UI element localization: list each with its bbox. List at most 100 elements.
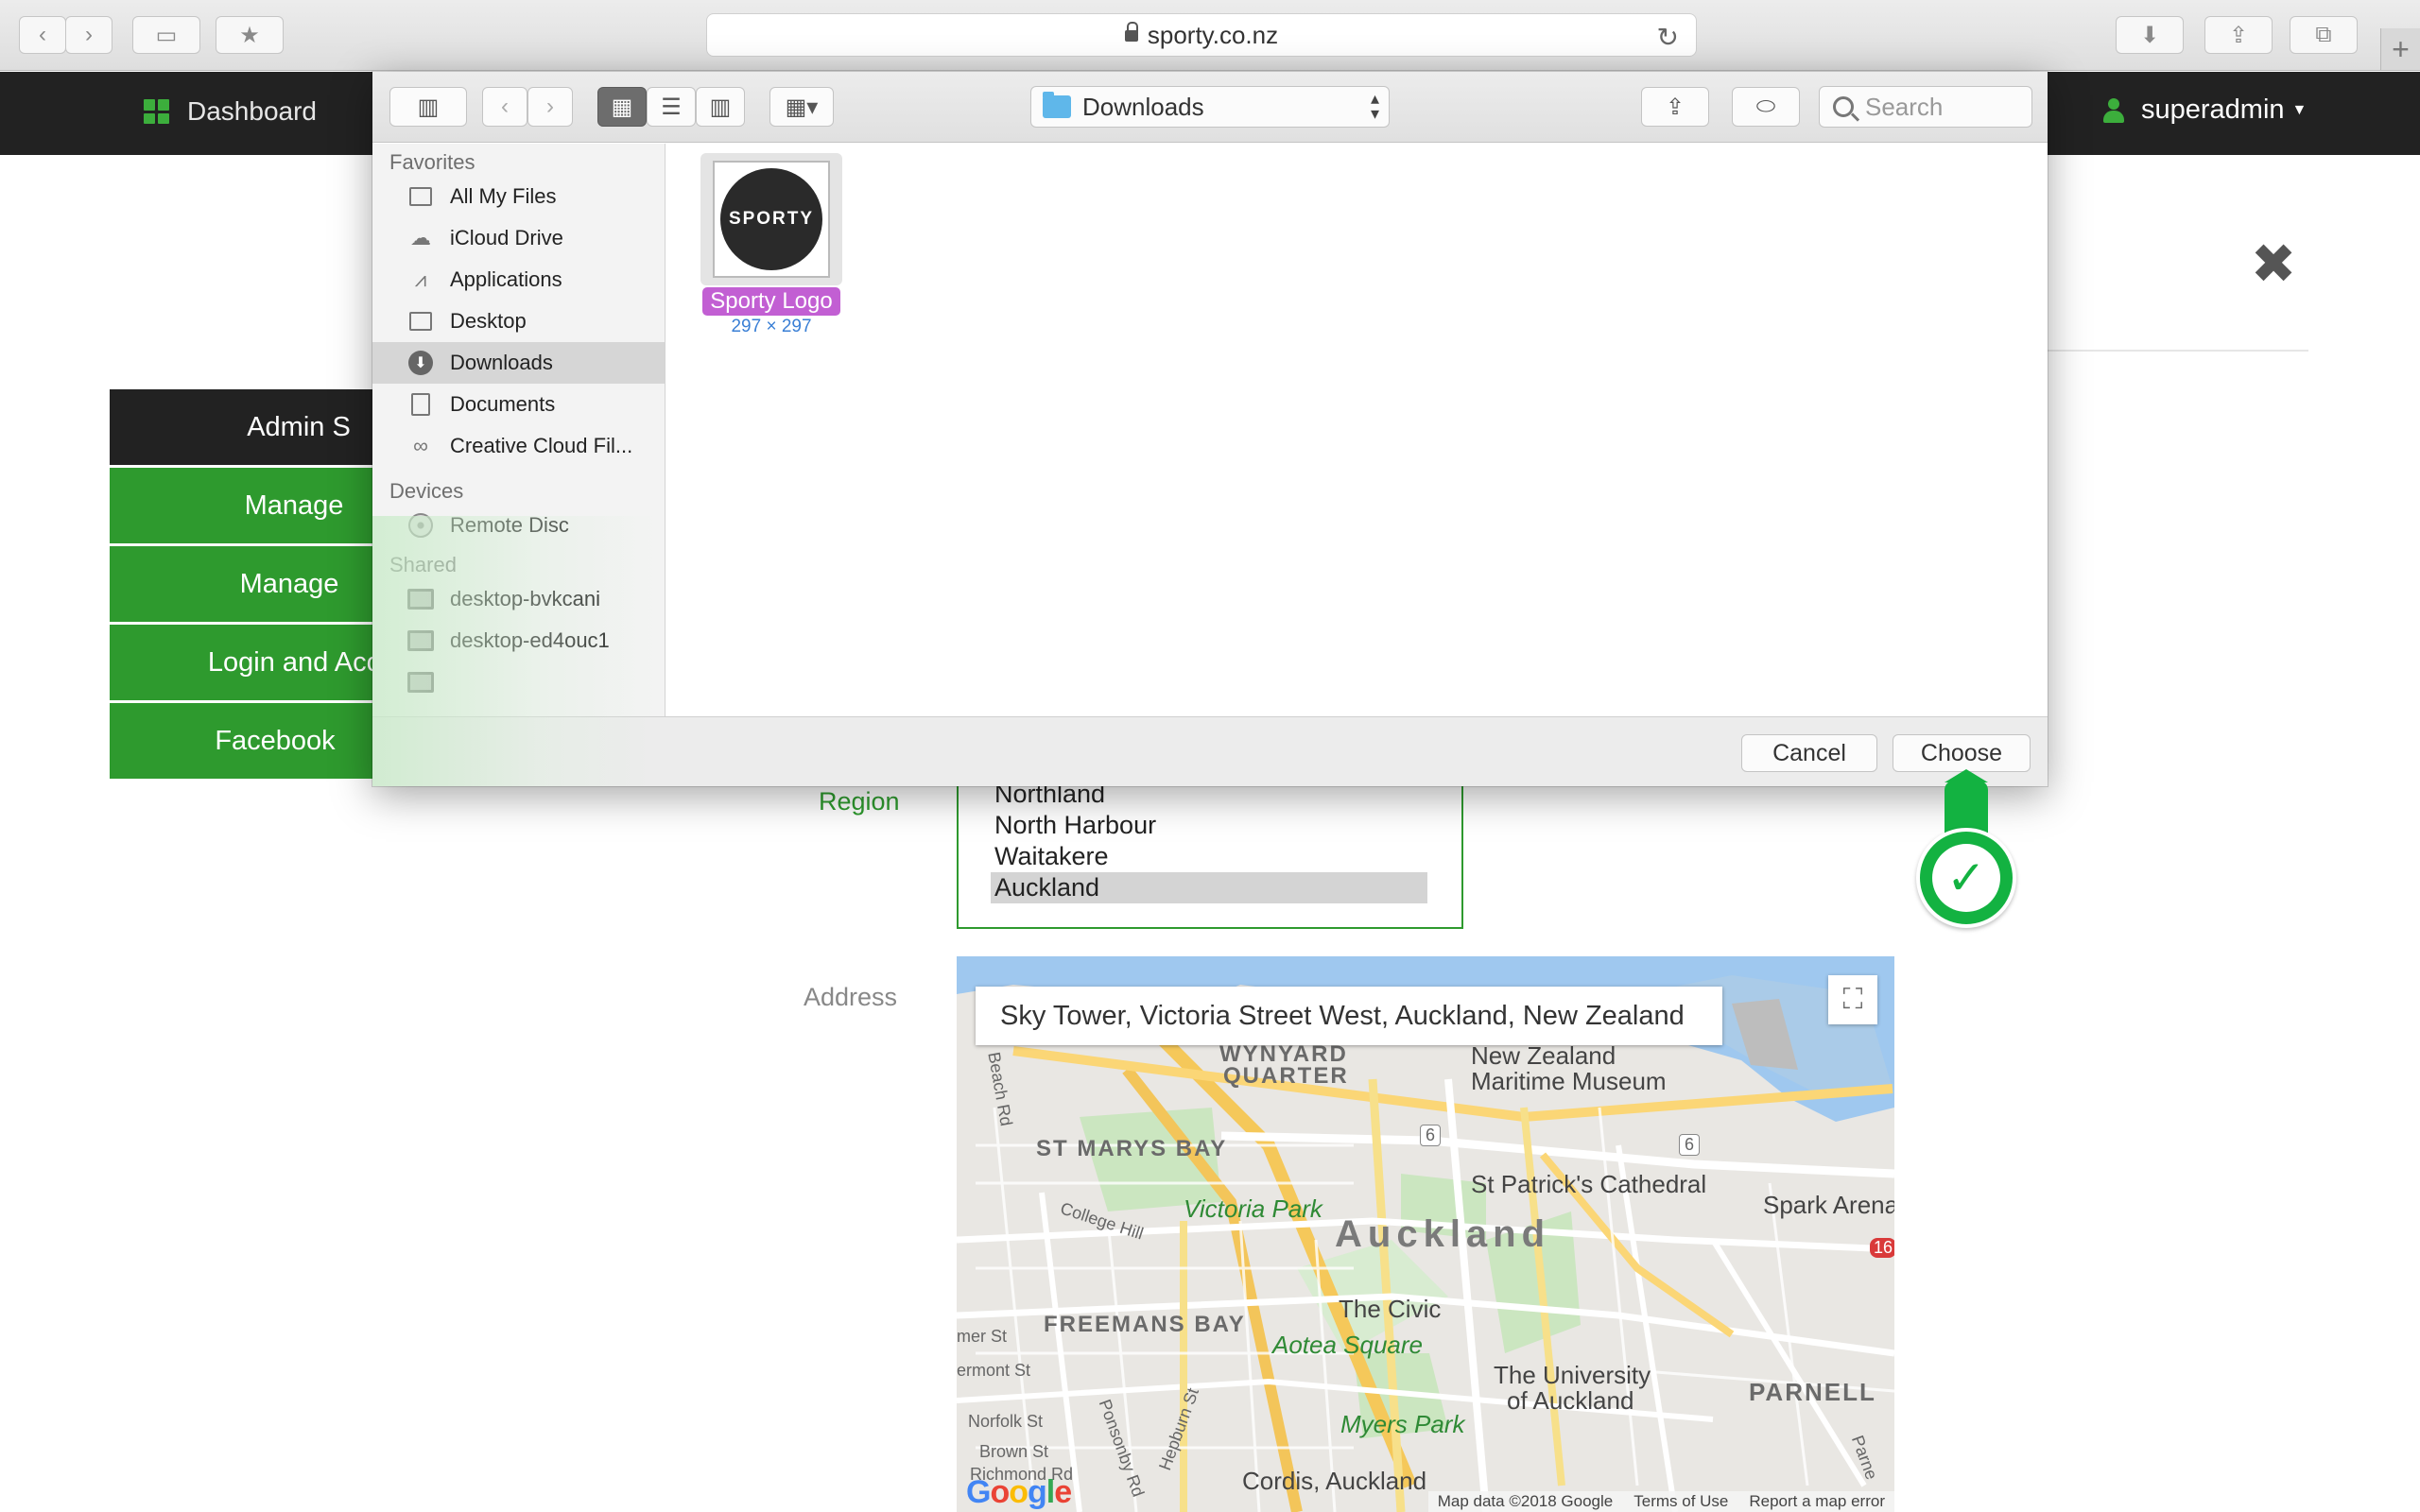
- sidebar-icon: ▭: [155, 22, 178, 48]
- downloads-button[interactable]: ⬇: [2116, 16, 2184, 54]
- map-footer: Map data ©2018 Google Terms of Use Repor…: [1427, 1491, 1894, 1512]
- side-item-label: Manage: [239, 568, 339, 599]
- reload-icon[interactable]: ↻: [1657, 22, 1679, 53]
- dashboard-link[interactable]: Dashboard: [144, 96, 317, 127]
- location-popup[interactable]: Downloads ▴ ▾: [1030, 86, 1390, 128]
- list-view-icon: ☰: [661, 94, 682, 120]
- list-view-button[interactable]: ☰: [647, 87, 696, 127]
- region-option[interactable]: North Harbour: [959, 810, 1461, 841]
- monitor-icon: [406, 670, 435, 695]
- dialog-search-field[interactable]: Search: [1819, 86, 2032, 128]
- sidebar-toggle-button[interactable]: ▥: [389, 87, 467, 127]
- sidebar-toggle-button[interactable]: ▭: [132, 16, 200, 54]
- column-view-icon: ▥: [709, 94, 732, 120]
- side-item-manage-2[interactable]: Manage: [110, 546, 384, 622]
- column-view-button[interactable]: ▥: [696, 87, 745, 127]
- sidebar-item-applications[interactable]: ⩘ Applications: [372, 259, 665, 301]
- side-item-admin[interactable]: Admin S: [110, 389, 384, 465]
- map-search-box[interactable]: Sky Tower, Victoria Street West, Aucklan…: [976, 987, 1722, 1045]
- user-menu[interactable]: superadmin ▼: [2103, 94, 2307, 126]
- chevron-right-icon: ›: [85, 22, 93, 47]
- chevron-right-icon: ›: [546, 94, 554, 119]
- share-icon: ⇪: [2228, 22, 2249, 48]
- icon-view-button[interactable]: ▦: [597, 87, 647, 127]
- side-item-label: Admin S: [247, 411, 351, 442]
- sidebar-item-label: Remote Disc: [450, 513, 569, 537]
- map-label: St Patrick's Cathedral: [1471, 1170, 1707, 1198]
- sidebar-item-label: All My Files: [450, 184, 557, 208]
- map-label: of Auckland: [1507, 1386, 1634, 1415]
- cancel-button[interactable]: Cancel: [1741, 734, 1877, 772]
- sidebar-item-shared-3[interactable]: [372, 662, 665, 703]
- checkmark-badge: ✓: [1916, 828, 2016, 928]
- sidebar-item-documents[interactable]: Documents: [372, 384, 665, 425]
- tag-button[interactable]: ⬭: [1732, 87, 1800, 127]
- file-name[interactable]: Sporty Logo: [700, 287, 842, 316]
- fullscreen-icon[interactable]: ⛶: [1828, 975, 1877, 1024]
- forward-button[interactable]: ›: [527, 87, 573, 127]
- new-tab-button[interactable]: +: [2380, 28, 2420, 70]
- bookmarks-button[interactable]: ★: [216, 16, 284, 54]
- updown-arrows-icon: ▴ ▾: [1370, 89, 1379, 123]
- route-marker: 6: [1420, 1125, 1442, 1146]
- sidebar-item-label: iCloud Drive: [450, 226, 563, 249]
- sidebar-item-all-my-files[interactable]: All My Files: [372, 176, 665, 217]
- region-option-selected[interactable]: Auckland: [991, 872, 1427, 903]
- arrange-button[interactable]: ▦▾: [769, 87, 834, 127]
- side-item-login[interactable]: Login and Acc: [110, 625, 384, 700]
- sidebar-item-remote-disc[interactable]: Remote Disc: [372, 505, 665, 546]
- plus-icon: +: [2392, 31, 2410, 66]
- dialog-footer: Cancel Choose: [372, 716, 2048, 786]
- address-bar[interactable]: sporty.co.nz ↻: [706, 13, 1697, 57]
- address-map[interactable]: WYNYARD QUARTER New Zealand Maritime Mus…: [957, 956, 1894, 1512]
- terms-link[interactable]: Terms of Use: [1634, 1492, 1728, 1511]
- divider: [2042, 350, 2308, 352]
- sidebar-heading: Shared: [389, 553, 457, 576]
- sidebar-item-creative-cloud[interactable]: ∞ Creative Cloud Fil...: [372, 425, 665, 467]
- region-select[interactable]: Northland North Harbour Waitakere Auckla…: [957, 777, 1463, 929]
- share-button[interactable]: ⇪: [2204, 16, 2273, 54]
- side-item-label: Login and Acc: [207, 646, 381, 678]
- map-label: Cordis, Auckland: [1242, 1467, 1427, 1495]
- region-option[interactable]: Waitakere: [959, 841, 1461, 872]
- sidebar-item-icloud-drive[interactable]: ☁ iCloud Drive: [372, 217, 665, 259]
- sidebar-item-shared-2[interactable]: desktop-ed4ouc1: [372, 620, 665, 662]
- checkmark-icon: ✓: [1932, 844, 2000, 912]
- close-icon[interactable]: ✖: [2250, 237, 2297, 292]
- search-placeholder: Search: [1865, 92, 1944, 121]
- sidebar-item-downloads[interactable]: ⬇ Downloads: [372, 342, 665, 384]
- all-files-icon: [406, 184, 435, 209]
- user-label: superadmin: [2141, 94, 2285, 125]
- download-icon: ⬇: [2139, 22, 2160, 48]
- forward-button[interactable]: ›: [65, 16, 112, 54]
- side-item-label: Manage: [244, 490, 344, 521]
- google-logo: Google: [966, 1474, 1072, 1510]
- downloads-icon: ⬇: [406, 351, 435, 375]
- side-item-label: Facebook: [215, 725, 336, 756]
- map-label: Norfolk St: [968, 1412, 1044, 1431]
- share-button[interactable]: ⇪: [1641, 87, 1709, 127]
- tabs-button[interactable]: ⧉: [2290, 16, 2358, 54]
- back-button[interactable]: ‹: [482, 87, 527, 127]
- applications-icon: ⩘: [414, 267, 427, 291]
- caret-down-icon: ▼: [2291, 101, 2308, 118]
- side-item-manage-1[interactable]: Manage: [110, 468, 384, 543]
- map-label: FREEMANS BAY: [1044, 1312, 1246, 1337]
- cloud-icon: ☁: [410, 226, 431, 249]
- report-link[interactable]: Report a map error: [1749, 1492, 1885, 1511]
- sidebar-item-label: desktop-ed4ouc1: [450, 628, 610, 652]
- map-label: Myers Park: [1340, 1410, 1465, 1438]
- sidebar-item-shared-1[interactable]: desktop-bvkcani: [372, 578, 665, 620]
- side-item-facebook[interactable]: Facebook: [110, 703, 384, 779]
- sidebar-item-label: Documents: [450, 392, 556, 416]
- choose-button[interactable]: Choose: [1893, 734, 2031, 772]
- sidebar-item-desktop[interactable]: Desktop: [372, 301, 665, 342]
- map-label: Brown St: [979, 1442, 1049, 1461]
- file-name-text: Sporty Logo: [702, 287, 840, 316]
- back-button[interactable]: ‹: [19, 16, 66, 54]
- file-item[interactable]: SPORTY: [700, 153, 842, 285]
- documents-icon: [406, 392, 435, 417]
- folder-icon: [1043, 92, 1071, 118]
- sidebar-heading: Devices: [389, 479, 464, 503]
- file-browser: SPORTY Sporty Logo 297 × 297: [666, 144, 2048, 716]
